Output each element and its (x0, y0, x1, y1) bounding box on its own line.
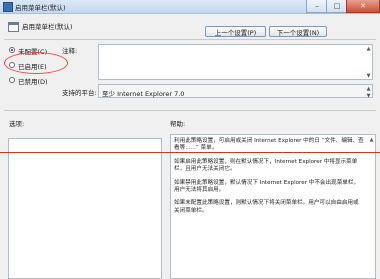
not-configured-radio[interactable] (9, 47, 15, 53)
help-paragraph: 利用此策略设置，可启用或关闭 Internet Explorer 中的日 “文件… (174, 138, 364, 152)
maximize-button[interactable]: □ (326, 0, 348, 13)
supported-scroll-down-icon[interactable]: ▼ (365, 92, 372, 99)
help-paragraph: 如果启用此策略设置，则在默认情况下，Internet Explorer 中将显示… (174, 158, 358, 173)
comment-scroll-up-icon[interactable]: ▲ (365, 45, 372, 52)
help-scroll-up-icon[interactable]: ▲ (368, 136, 375, 143)
supported-on-label: 支持的平台: (62, 89, 97, 97)
setting-name: 启用菜单栏(默认) (22, 23, 73, 31)
comment-label: 注释: (62, 47, 78, 55)
minimize-button[interactable]: – (306, 0, 328, 13)
comment-scroll-down-icon[interactable]: ▼ (365, 72, 372, 79)
disabled-label[interactable]: 已禁用(D) (18, 76, 48, 86)
help-label: 帮助: (170, 120, 186, 128)
supported-on-value: 至少 Internet Explorer 7.0 (102, 90, 185, 98)
annotation-line (0, 152, 380, 154)
supported-on-field: 至少 Internet Explorer 7.0 (98, 84, 373, 98)
help-text: 利用此策略设置，可启用或关闭 Internet Explorer 中的日 “文件… (174, 138, 364, 221)
window-icon (3, 2, 13, 12)
section-divider (4, 110, 376, 111)
header-divider (4, 39, 376, 40)
help-paragraph: 如果禁用此策略设置，默认情况下 Internet Explorer 中不会出现菜… (174, 179, 360, 194)
help-pane[interactable]: 利用此策略设置，可启用或关闭 Internet Explorer 中的日 “文件… (170, 134, 376, 279)
policy-setting-icon (8, 22, 19, 32)
previous-setting-button[interactable]: 上一个设置(P) (205, 26, 266, 37)
options-label: 选项: (9, 120, 25, 128)
help-paragraph: 如果未配置此策略设置，则默认情况下将关闭菜单栏。用户可以自由启用或关闭菜单栏。 (174, 200, 359, 214)
window-title: 启用菜单栏(默认) (15, 4, 66, 12)
options-pane[interactable] (8, 138, 162, 279)
next-setting-button[interactable]: 下一个设置(N) (269, 26, 327, 37)
supported-scroll-up-icon[interactable]: ▲ (365, 85, 372, 92)
annotation-ellipse (4, 52, 68, 74)
disabled-radio[interactable] (9, 77, 15, 83)
comment-textarea[interactable] (98, 44, 373, 80)
close-button[interactable]: ✕ (346, 0, 380, 13)
